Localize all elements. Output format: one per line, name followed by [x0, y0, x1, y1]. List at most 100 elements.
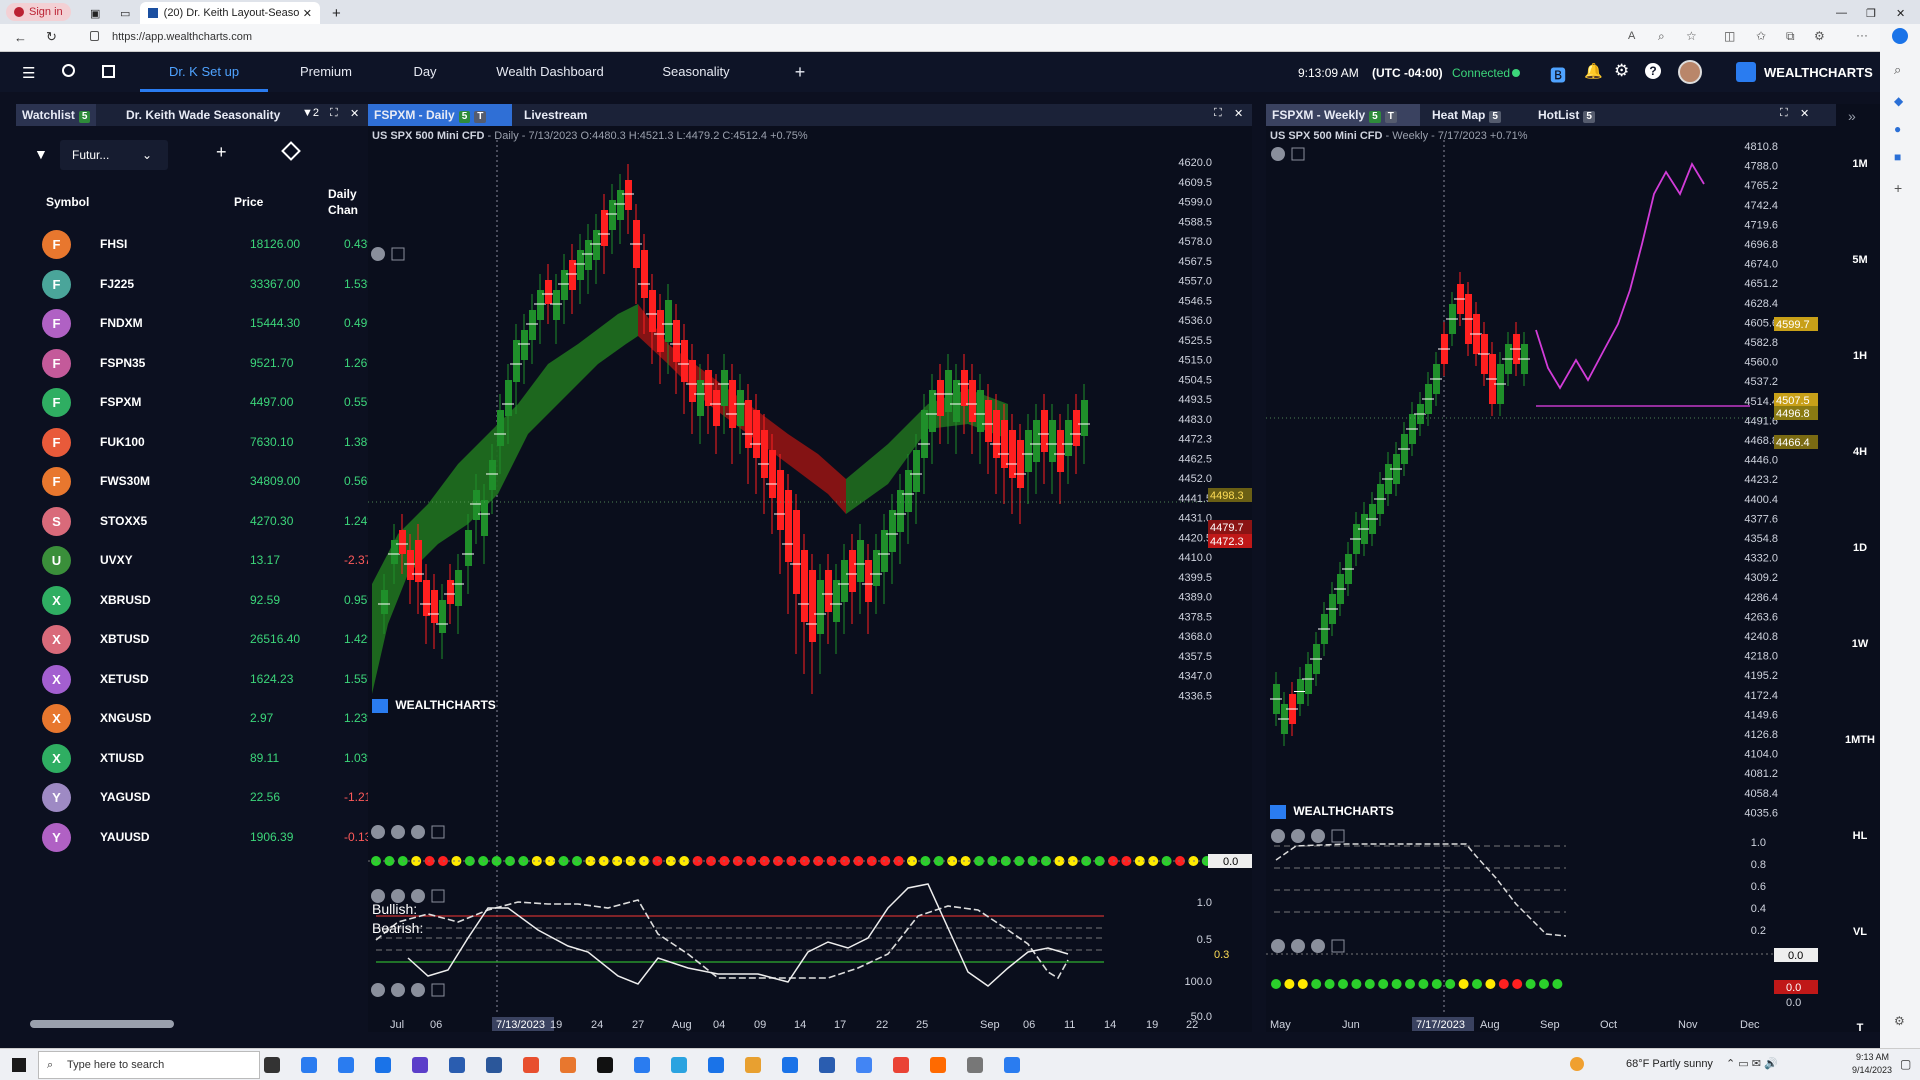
close-window-icon[interactable]: ✕	[1888, 2, 1913, 24]
taskbar-app-icon[interactable]	[301, 1057, 317, 1073]
watchlist-row[interactable]: FFSPN359521.701.26%	[16, 342, 372, 381]
column-daily-change[interactable]: Daily Chan	[328, 186, 364, 218]
column-symbol[interactable]: Symbol	[46, 195, 89, 209]
url-field[interactable]: https://app.wealthcharts.com	[112, 31, 252, 43]
watchlist-row[interactable]: XXTIUSD89.111.03%	[16, 737, 372, 776]
more-icon[interactable]: ···	[1856, 28, 1868, 42]
daily-chart-canvas[interactable]: 4620.0 4609.5 4599.0 4588.5 4578.0 4567.5 4557…	[368, 104, 1252, 1032]
column-price[interactable]: Price	[234, 195, 263, 209]
taskbar-app-icon[interactable]	[412, 1057, 428, 1073]
taskbar-app-icon[interactable]	[338, 1057, 354, 1073]
refresh-icon[interactable]: ↻	[46, 29, 57, 45]
taskbar-search[interactable]: ⌕ Type here to search	[38, 1051, 260, 1079]
bell-icon[interactable]: 🔔	[1584, 62, 1603, 80]
watchlist-row[interactable]: UUVXY13.17-2.37%	[16, 539, 372, 578]
windows-start-icon[interactable]	[12, 1058, 26, 1072]
weekly-chart-canvas[interactable]: 4810.8 4788.0 4765.2 4742.4 4719.6 4696.8 4674…	[1266, 104, 1836, 1032]
back-icon[interactable]: ←	[14, 30, 27, 45]
taskbar-app-icon[interactable]	[264, 1057, 280, 1073]
nav-seasonality[interactable]: Seasonality	[650, 52, 742, 92]
add-sidebar-icon[interactable]: +	[1894, 180, 1902, 196]
timezone[interactable]: (UTC -04:00)	[1372, 66, 1443, 80]
watchlist-row[interactable]: XXBTUSD26516.401.42%	[16, 618, 372, 657]
watchlist-row[interactable]: SSTOXX54270.301.24%	[16, 500, 372, 539]
timeframe-button[interactable]: 1H	[1842, 350, 1878, 362]
timeframe-button[interactable]: VL	[1842, 926, 1878, 938]
watchlist-row[interactable]: FFJ22533367.001.53%	[16, 263, 372, 302]
collections-icon[interactable]: ⧉	[1786, 29, 1795, 44]
timeframe-button[interactable]: 1M	[1842, 158, 1878, 170]
taskbar-app-icon[interactable]	[819, 1057, 835, 1073]
save-icon[interactable]: 🅱	[1550, 62, 1566, 86]
taskbar-app-icon[interactable]	[745, 1057, 761, 1073]
bing-icon[interactable]	[1892, 28, 1908, 44]
collapse-icon[interactable]: »	[1848, 108, 1856, 124]
taskbar-date[interactable]: 9/14/2023	[1852, 1065, 1892, 1075]
taskbar-app-icon[interactable]	[708, 1057, 724, 1073]
help-icon[interactable]: ?	[1645, 63, 1661, 79]
signin-button[interactable]: Sign in	[6, 3, 71, 21]
watchlist-row[interactable]: XXNGUSD2.971.23%	[16, 697, 372, 736]
taskbar-app-icon[interactable]	[486, 1057, 502, 1073]
watchlist-row[interactable]: FFWS30M34809.000.56%	[16, 460, 372, 499]
tab-seasonality-list[interactable]: Dr. Keith Wade Seasonality	[120, 104, 292, 126]
watchlist-row[interactable]: YYAUUSD1906.39-0.13%	[16, 816, 372, 855]
taskbar-app-icon[interactable]	[449, 1057, 465, 1073]
minimize-icon[interactable]: —	[1828, 2, 1855, 24]
watchlist-row[interactable]: XXBRUSD92.590.95%	[16, 579, 372, 618]
dropdown-icon[interactable]: ▼2	[302, 107, 319, 119]
taskbar-app-icon[interactable]	[671, 1057, 687, 1073]
taskbar-app-icon[interactable]	[967, 1057, 983, 1073]
watchlist-row[interactable]: FFNDXM15444.300.49%	[16, 302, 372, 341]
watchlist-row[interactable]: FFSPXM4497.000.55%	[16, 381, 372, 420]
eraser-icon[interactable]	[281, 141, 301, 161]
taskbar-app-icon[interactable]	[1004, 1057, 1020, 1073]
timeframe-button[interactable]: 1MTH	[1842, 734, 1878, 746]
horizontal-scrollbar[interactable]	[30, 1020, 174, 1028]
timeframe-button[interactable]: T	[1842, 1022, 1878, 1034]
add-layout-button[interactable]: +	[786, 52, 814, 92]
timeframe-button[interactable]: HL	[1842, 830, 1878, 842]
taskbar-app-icon[interactable]	[856, 1057, 872, 1073]
taskbar-app-icon[interactable]	[375, 1057, 391, 1073]
taskbar-app-icon[interactable]	[560, 1057, 576, 1073]
nav-premium[interactable]: Premium	[286, 52, 366, 92]
filter-select[interactable]: Futur... ⌄	[60, 140, 168, 170]
taskbar-app-icon[interactable]	[893, 1057, 909, 1073]
favorites-icon[interactable]: ✩	[1756, 29, 1766, 43]
tab-actions-icon[interactable]: ▭	[112, 2, 138, 24]
notification-icon[interactable]: ▢	[1900, 1057, 1911, 1071]
expand-icon[interactable]: ⛶	[330, 107, 338, 120]
timeframe-button[interactable]: 1D	[1842, 542, 1878, 554]
browser-tab-active[interactable]: (20) Dr. Keith Layout-Seasonal - ✕	[140, 2, 320, 24]
watchlist-row[interactable]: FFHSI18126.000.43%	[16, 223, 372, 262]
nav-dr-k-setup[interactable]: Dr. K Set up	[140, 52, 268, 92]
close-tab-icon[interactable]: ✕	[303, 7, 312, 20]
gear-icon[interactable]: ⚙	[1614, 61, 1629, 81]
read-aloud-icon[interactable]: A	[1628, 30, 1635, 42]
watchlist-row[interactable]: FFUK1007630.101.38%	[16, 421, 372, 460]
watchlist-row[interactable]: XXETUSD1624.231.55%	[16, 658, 372, 697]
outlook-icon[interactable]: ■	[1894, 150, 1901, 164]
timeframe-button[interactable]: 1W	[1842, 638, 1878, 650]
layouts-icon[interactable]	[102, 65, 115, 78]
close-icon[interactable]: ✕	[350, 107, 359, 120]
tray-icons[interactable]: ⌃ ▭ ✉ 🔊	[1726, 1057, 1778, 1070]
tools-icon[interactable]: ●	[1894, 122, 1901, 136]
timeframe-button[interactable]: 5M	[1842, 254, 1878, 266]
taskbar-app-icon[interactable]	[597, 1057, 613, 1073]
timeframe-button[interactable]: 4H	[1842, 446, 1878, 458]
zoom-icon[interactable]: ⌕	[1658, 29, 1665, 44]
nav-wealth-dashboard[interactable]: Wealth Dashboard	[486, 52, 614, 92]
taskbar-app-icon[interactable]	[930, 1057, 946, 1073]
split-screen-icon[interactable]: ◫	[1724, 29, 1735, 43]
taskbar-app-icon[interactable]	[634, 1057, 650, 1073]
watchlist-row[interactable]: YYAGUSD22.56-1.21%	[16, 776, 372, 815]
avatar[interactable]	[1678, 60, 1702, 84]
nav-day[interactable]: Day	[392, 52, 458, 92]
tab-watchlist[interactable]: Watchlist 5	[16, 104, 97, 126]
filter-icon[interactable]: ▼	[34, 146, 48, 162]
sidebar-settings-icon[interactable]: ⚙	[1894, 1014, 1905, 1028]
taskbar-app-icon[interactable]	[782, 1057, 798, 1073]
browser-extensions-icon[interactable]: ⚙	[1814, 29, 1825, 43]
